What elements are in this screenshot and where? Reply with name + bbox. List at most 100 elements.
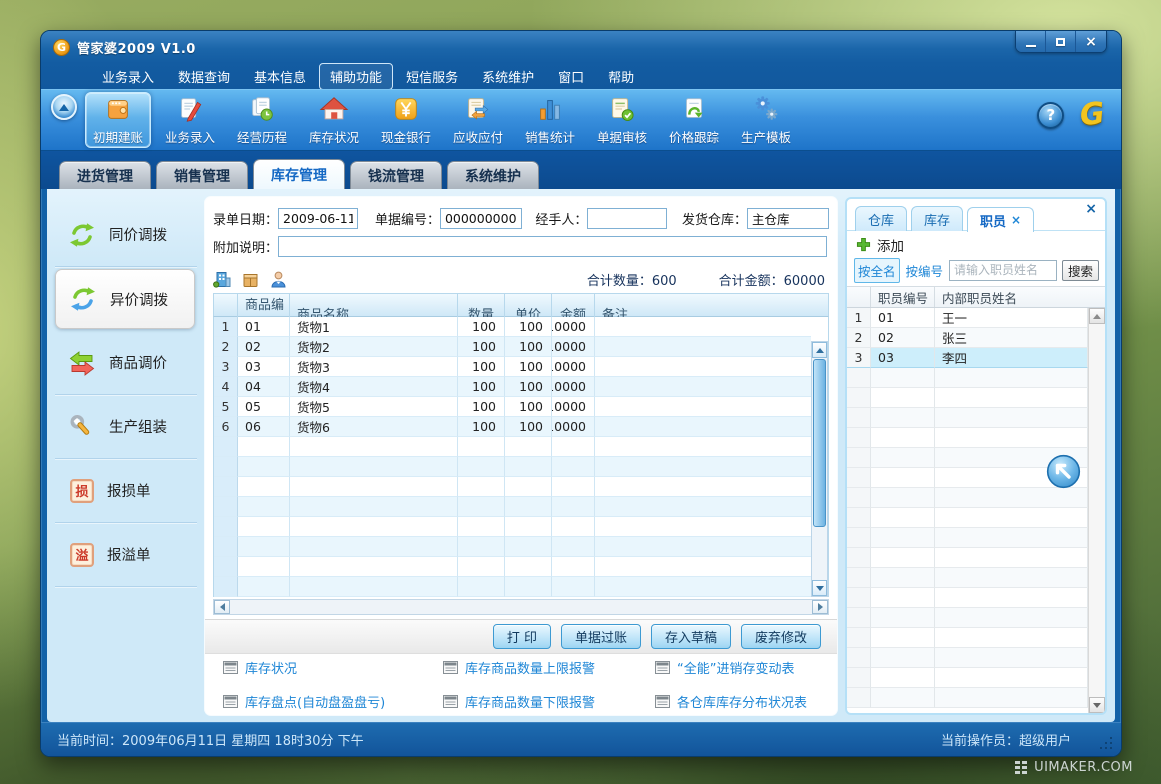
product-row[interactable]: 6 06 货物6 100 100 10000 (214, 417, 811, 437)
tab-warehouse[interactable]: 仓库 (855, 206, 907, 231)
link-stock-upper-limit-alert[interactable]: 库存商品数量上限报警 (443, 658, 655, 677)
empty-row[interactable] (847, 408, 1088, 428)
post-voucher-button[interactable]: 单据过账 (561, 624, 641, 649)
product-row[interactable]: 2 02 货物2 100 100 10000 (214, 337, 811, 357)
header-staff-code[interactable]: 职员编号 (871, 287, 935, 307)
save-draft-button[interactable]: 存入草稿 (651, 624, 731, 649)
link-stock-lower-limit-alert[interactable]: 库存商品数量下限报警 (443, 692, 655, 711)
resize-grip-icon[interactable] (1100, 736, 1113, 749)
header-staff-name[interactable]: 内部职员姓名 (935, 287, 1105, 307)
sidebar-production-assembly[interactable]: 生产组装 (55, 395, 197, 459)
product-row[interactable]: 5 05 货物5 100 100 10000 (214, 397, 811, 417)
link-all-in-one-report[interactable]: “全能”进销存变动表 (655, 658, 833, 677)
help-button[interactable]: ? (1037, 102, 1064, 129)
goods-box-icon[interactable] (241, 270, 260, 289)
scroll-down-button[interactable] (1089, 697, 1105, 713)
empty-row[interactable] (847, 668, 1088, 688)
note-input[interactable] (278, 236, 827, 257)
print-button[interactable]: 打 印 (493, 624, 551, 649)
menu-system-maintenance[interactable]: 系统维护 (471, 63, 545, 90)
empty-row[interactable] (214, 497, 811, 517)
panel-close-icon[interactable]: × (1085, 201, 1097, 217)
menu-business-entry[interactable]: 业务录入 (91, 63, 165, 90)
sidebar-diff-price-transfer[interactable]: 异价调拨 (55, 269, 195, 329)
menu-auxiliary[interactable]: 辅助功能 (319, 63, 393, 90)
empty-row[interactable] (847, 568, 1088, 588)
person-icon[interactable] (269, 270, 288, 289)
empty-row[interactable] (214, 557, 811, 577)
toolbar-inventory-status[interactable]: 库存状况 (301, 92, 367, 148)
scroll-down-button[interactable] (812, 580, 827, 596)
empty-row[interactable] (847, 368, 1088, 388)
toolbar-collapse-button[interactable] (51, 94, 77, 120)
empty-row[interactable] (847, 628, 1088, 648)
vertical-scrollbar[interactable] (811, 341, 828, 597)
empty-row[interactable] (847, 648, 1088, 668)
scroll-right-button[interactable] (812, 600, 828, 614)
empty-row[interactable] (214, 517, 811, 537)
toolbar-cash-bank[interactable]: 现金银行 (373, 92, 439, 148)
tab-system-maintenance[interactable]: 系统维护 (447, 161, 539, 189)
scroll-up-button[interactable] (812, 342, 827, 358)
scrollbar-thumb[interactable] (813, 359, 826, 527)
product-row[interactable]: 1 01 货物1 100 100 10000 (214, 317, 811, 337)
tab-close-icon[interactable]: × (1011, 213, 1021, 227)
sidebar-loss-report[interactable]: 损 报损单 (55, 459, 197, 523)
menu-sms[interactable]: 短信服务 (395, 63, 469, 90)
empty-row[interactable] (847, 528, 1088, 548)
empty-row[interactable] (214, 477, 811, 497)
search-button[interactable]: 搜索 (1062, 260, 1099, 281)
toolbar-voucher-audit[interactable]: 单据审核 (589, 92, 655, 148)
sidebar-overflow-report[interactable]: 溢 报溢单 (55, 523, 197, 587)
empty-row[interactable] (214, 457, 811, 477)
horizontal-scrollbar[interactable] (213, 599, 829, 615)
discard-changes-button[interactable]: 废弃修改 (741, 624, 821, 649)
warehouse-input[interactable] (747, 208, 829, 229)
sidebar-same-price-transfer[interactable]: 同价调拨 (55, 203, 197, 267)
product-row[interactable]: 4 04 货物4 100 100 10000 (214, 377, 811, 397)
empty-row[interactable] (847, 488, 1088, 508)
empty-row[interactable] (214, 577, 811, 597)
toolbar-business-history[interactable]: 经营历程 (229, 92, 295, 148)
toolbar-production-template[interactable]: 生产模板 (733, 92, 799, 148)
close-button[interactable]: × (1076, 31, 1106, 52)
empty-row[interactable] (847, 388, 1088, 408)
toolbar-initial-account[interactable]: 初期建账 (85, 92, 151, 148)
staff-search-input[interactable] (949, 260, 1057, 281)
empty-row[interactable] (214, 537, 811, 557)
toolbar-sales-statistics[interactable]: 销售统计 (517, 92, 583, 148)
toolbar-business-entry[interactable]: 业务录入 (157, 92, 223, 148)
staff-vertical-scrollbar[interactable] (1088, 308, 1105, 713)
handler-input[interactable] (587, 208, 667, 229)
filter-by-name[interactable]: 按全名 (854, 258, 900, 283)
menu-basic-info[interactable]: 基本信息 (243, 63, 317, 90)
add-row[interactable]: 添加 (847, 231, 1105, 258)
staff-row-selected[interactable]: 3 03 李四 (847, 348, 1088, 368)
tab-cashflow-management[interactable]: 钱流管理 (350, 161, 442, 189)
staff-row[interactable]: 1 01 王一 (847, 308, 1088, 328)
date-input[interactable] (278, 208, 358, 229)
link-stocktaking[interactable]: 库存盘点(自动盘盈盘亏) (223, 692, 443, 711)
menu-data-query[interactable]: 数据查询 (167, 63, 241, 90)
empty-row[interactable] (847, 608, 1088, 628)
toolbar-price-tracking[interactable]: 价格跟踪 (661, 92, 727, 148)
toolbar-receivables-payables[interactable]: 应收应付 (445, 92, 511, 148)
voucher-no-input[interactable] (440, 208, 522, 229)
maximize-button[interactable] (1046, 31, 1076, 52)
tab-sales-management[interactable]: 销售管理 (156, 161, 248, 189)
product-row[interactable]: 3 03 货物3 100 100 10000 (214, 357, 811, 377)
tab-staff[interactable]: 职员 × (967, 207, 1034, 232)
warehouse-building-icon[interactable] (213, 270, 232, 289)
staff-row[interactable]: 2 02 张三 (847, 328, 1088, 348)
scroll-left-button[interactable] (214, 600, 230, 614)
menu-help[interactable]: 帮助 (597, 63, 645, 90)
empty-row[interactable] (847, 428, 1088, 448)
tab-inventory-management[interactable]: 库存管理 (253, 159, 345, 189)
tab-purchase-management[interactable]: 进货管理 (59, 161, 151, 189)
link-warehouse-distribution[interactable]: 各仓库库存分布状况表 (655, 692, 833, 711)
link-inventory-status[interactable]: 库存状况 (223, 658, 443, 677)
scroll-up-button[interactable] (1089, 308, 1105, 324)
empty-row[interactable] (847, 548, 1088, 568)
empty-row[interactable] (847, 688, 1088, 708)
empty-row[interactable] (847, 508, 1088, 528)
